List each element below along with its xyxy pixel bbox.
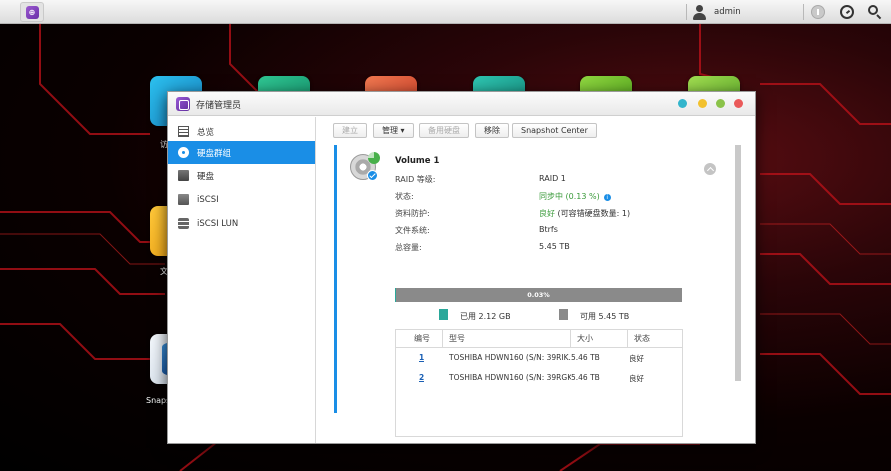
- sidebar-item-iscsi-lun[interactable]: iSCSI LUN: [168, 212, 315, 235]
- sidebar-item-overview[interactable]: 总览: [168, 120, 315, 143]
- sidebar-item-hdd[interactable]: 硬盘: [168, 164, 315, 187]
- topbar-divider: [803, 4, 804, 20]
- sidebar-item-label: 硬盘群组: [197, 148, 232, 159]
- disk-size: 5.46 TB: [571, 373, 600, 382]
- disk-number-link[interactable]: 1: [419, 353, 424, 362]
- raid-level-value: RAID 1: [539, 174, 566, 183]
- protection-good-text: 良好: [539, 209, 555, 218]
- disk-status: 良好: [629, 354, 644, 363]
- create-button[interactable]: 建立: [333, 123, 367, 138]
- column-header-status[interactable]: 状态: [628, 330, 682, 347]
- sidebar-item-label: iSCSI LUN: [197, 218, 239, 229]
- panel-scrollbar[interactable]: [735, 145, 741, 381]
- total-capacity-value: 5.45 TB: [539, 242, 570, 251]
- used-legend-swatch: [439, 309, 448, 320]
- disk-number-link[interactable]: 2: [419, 373, 424, 382]
- status-value: 同步中 (0.13 %) i: [539, 191, 611, 202]
- collapse-icon[interactable]: [704, 163, 716, 175]
- manage-button-label: 管理: [382, 126, 398, 135]
- sidebar-item-disk-group[interactable]: 硬盘群组: [168, 141, 315, 164]
- raid-level-label: RAID 等级:: [395, 175, 436, 184]
- storage-manager-icon: [176, 97, 190, 111]
- info-icon[interactable]: i: [603, 194, 611, 201]
- window-close-button[interactable]: [734, 99, 743, 108]
- total-capacity-label: 总容量:: [395, 243, 422, 252]
- sidebar-item-iscsi[interactable]: iSCSI: [168, 188, 315, 211]
- caret-down-icon: ▾: [400, 126, 405, 135]
- sidebar-item-label: 总览: [197, 127, 215, 138]
- dashboard-gauge-icon[interactable]: [840, 5, 854, 19]
- disk-table: 编号 型号 大小 状态 1 TOSHIBA HDWN160 (S/N: 39RI…: [395, 329, 683, 437]
- storage-manager-window: 存储管理员 总览 硬盘群组 硬盘 iSCSI iSCSI LUN 建立 管理 ▾…: [167, 91, 756, 444]
- disk-model: TOSHIBA HDWN160 (S/N: 39RIK...: [449, 353, 571, 362]
- qnap-menu-icon: ⊕: [25, 5, 39, 19]
- volume-panel: Volume 1 RAID 等级: RAID 1 状态: 同步中 (0.13 %…: [334, 145, 741, 437]
- column-header-size[interactable]: 大小: [571, 330, 628, 347]
- capacity-pie-icon: [368, 152, 380, 164]
- usage-percent: 0.03%: [527, 291, 550, 299]
- free-legend-swatch: [559, 309, 568, 320]
- window-info-button[interactable]: [678, 99, 687, 108]
- usage-bar: 0.03%: [395, 288, 682, 302]
- data-protection-label: 资料防护:: [395, 209, 430, 218]
- notification-icon[interactable]: [811, 5, 825, 19]
- volume-name: Volume 1: [395, 156, 440, 166]
- data-protection-value: 良好 (可容错硬盘数量: 1): [539, 208, 630, 219]
- filesystem-label: 文件系统:: [395, 226, 430, 235]
- status-label: 状态:: [395, 192, 414, 201]
- iscsi-lun-icon: [178, 218, 189, 229]
- filesystem-value: Btrfs: [539, 225, 558, 234]
- disk-size: 5.46 TB: [571, 353, 600, 362]
- sidebar-item-label: iSCSI: [197, 194, 219, 205]
- disk-status: 良好: [629, 374, 644, 383]
- hot-spare-button[interactable]: 备用硬盘: [419, 123, 469, 138]
- status-text: 同步中 (0.13 %): [539, 192, 600, 201]
- sidebar: 总览 硬盘群组 硬盘 iSCSI iSCSI LUN: [168, 117, 316, 443]
- manage-button[interactable]: 管理 ▾: [373, 123, 414, 138]
- main-menu-button[interactable]: ⊕: [20, 2, 44, 22]
- window-title: 存储管理员: [196, 101, 242, 111]
- snapshot-center-button[interactable]: Snapshot Center: [512, 123, 597, 138]
- disk-model: TOSHIBA HDWN160 (S/N: 39RGK...: [449, 373, 571, 382]
- protection-detail-text: (可容错硬盘数量: 1): [555, 209, 631, 218]
- sidebar-item-label: 硬盘: [197, 171, 215, 182]
- free-legend-label: 可用 5.45 TB: [580, 312, 630, 321]
- table-header-divider: [396, 347, 682, 348]
- disk-group-icon: [178, 147, 189, 158]
- main-content: 建立 管理 ▾ 备用硬盘 移除 Snapshot Center Volume 1…: [317, 117, 755, 443]
- search-icon[interactable]: [868, 5, 882, 20]
- toolbar: 建立 管理 ▾ 备用硬盘 移除 Snapshot Center: [317, 117, 755, 144]
- iscsi-icon: [178, 194, 189, 205]
- volume-status-icon: [350, 152, 380, 181]
- user-menu[interactable]: admin: [692, 3, 741, 21]
- user-icon: [692, 4, 707, 20]
- window-minimize-button[interactable]: [698, 99, 707, 108]
- remove-button[interactable]: 移除: [475, 123, 509, 138]
- username: admin: [714, 7, 741, 17]
- topbar-divider: [686, 4, 687, 20]
- used-legend-label: 已用 2.12 GB: [460, 312, 511, 321]
- hdd-icon: [178, 170, 189, 181]
- overview-icon: [178, 126, 189, 137]
- window-titlebar[interactable]: 存储管理员: [168, 92, 755, 116]
- column-header-model[interactable]: 型号: [443, 330, 571, 347]
- top-bar: ⊕ admin: [0, 0, 891, 24]
- column-header-number[interactable]: 编号: [396, 330, 443, 347]
- check-icon: [367, 170, 378, 181]
- window-maximize-button[interactable]: [716, 99, 725, 108]
